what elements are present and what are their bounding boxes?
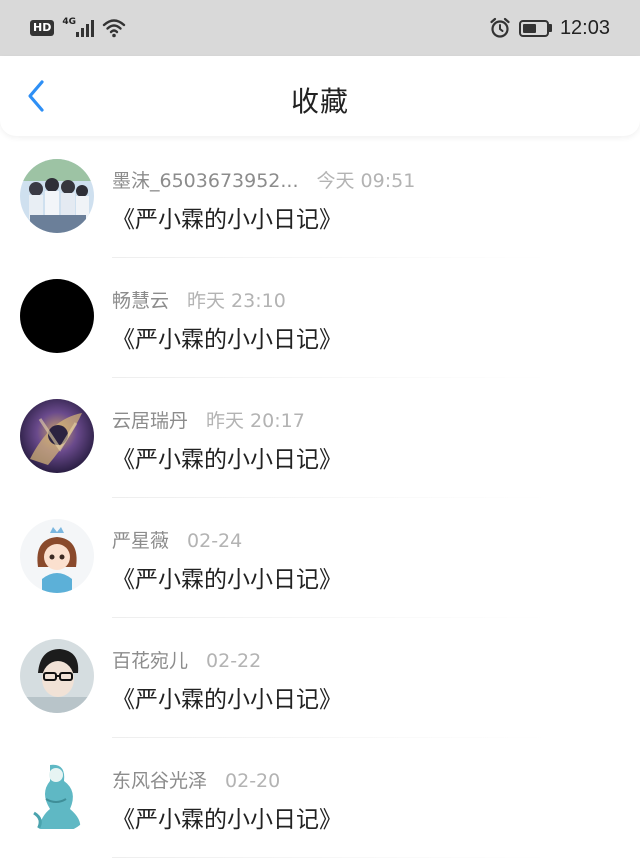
alarm-icon	[490, 17, 510, 38]
list-item[interactable]: 严星薇 02-24 《严小霖的小小日记》	[0, 498, 640, 618]
timestamp: 今天 09:51	[316, 170, 416, 192]
list-item[interactable]: 畅慧云 昨天 23:10 《严小霖的小小日记》	[0, 258, 640, 378]
post-title[interactable]: 《严小霖的小小日记》	[112, 440, 342, 474]
list-item[interactable]: 百花宛儿 02-22 《严小霖的小小日记》	[0, 618, 640, 738]
status-bar: HD 4G 12:03	[0, 0, 640, 56]
user-name[interactable]: 云居瑞丹	[112, 410, 188, 432]
item-meta: 严星薇 02-24	[112, 526, 242, 553]
post-title[interactable]: 《严小霖的小小日记》	[112, 680, 342, 714]
list-item[interactable]: 东风谷光泽 02-20 《严小霖的小小日记》	[0, 738, 640, 858]
timestamp: 02-24	[187, 530, 243, 552]
user-name[interactable]: 东风谷光泽	[112, 770, 207, 792]
avatar[interactable]	[20, 399, 94, 473]
avatar[interactable]	[20, 759, 94, 833]
list-item[interactable]: 云居瑞丹 昨天 20:17 《严小霖的小小日记》	[0, 378, 640, 498]
avatar[interactable]	[20, 159, 94, 233]
item-meta: 云居瑞丹 昨天 20:17	[112, 406, 305, 433]
avatar[interactable]	[20, 279, 94, 353]
status-right: 12:03	[489, 17, 610, 40]
avatar[interactable]	[20, 639, 94, 713]
hd-badge: HD	[30, 20, 55, 36]
network-type: 4G	[62, 17, 76, 27]
post-title[interactable]: 《严小霖的小小日记》	[112, 320, 342, 354]
list-item[interactable]: 墨沫_6503673952... 今天 09:51 《严小霖的小小日记》	[0, 138, 640, 258]
wifi-icon	[103, 19, 126, 38]
user-name[interactable]: 墨沫_6503673952...	[112, 170, 299, 192]
item-meta: 墨沫_6503673952... 今天 09:51	[112, 166, 415, 193]
signal-icon: 4G	[62, 17, 95, 37]
timestamp: 02-20	[225, 770, 281, 792]
clock: 12:03	[559, 16, 610, 39]
favorites-list: 墨沫_6503673952... 今天 09:51 《严小霖的小小日记》 畅慧云昨…	[0, 138, 640, 858]
post-title[interactable]: 《严小霖的小小日记》	[112, 200, 342, 234]
nav-bar: 收藏	[0, 56, 640, 136]
user-name[interactable]: 畅慧云	[112, 290, 169, 312]
post-title[interactable]: 《严小霖的小小日记》	[112, 800, 342, 834]
timestamp: 昨天 20:17	[206, 410, 305, 432]
status-left: HD 4G	[30, 17, 126, 38]
timestamp: 02-22	[206, 650, 262, 672]
timestamp: 昨天 23:10	[187, 290, 286, 312]
user-name[interactable]: 严星薇	[112, 530, 169, 552]
avatar[interactable]	[20, 519, 94, 593]
page-title: 收藏	[290, 85, 349, 118]
item-meta: 百花宛儿 02-22	[112, 646, 261, 673]
post-title[interactable]: 《严小霖的小小日记》	[112, 560, 342, 594]
battery-icon	[518, 19, 552, 37]
item-meta: 东风谷光泽 02-20	[112, 766, 280, 793]
user-name[interactable]: 百花宛儿	[112, 650, 188, 672]
item-meta: 畅慧云 昨天 23:10	[112, 286, 286, 313]
